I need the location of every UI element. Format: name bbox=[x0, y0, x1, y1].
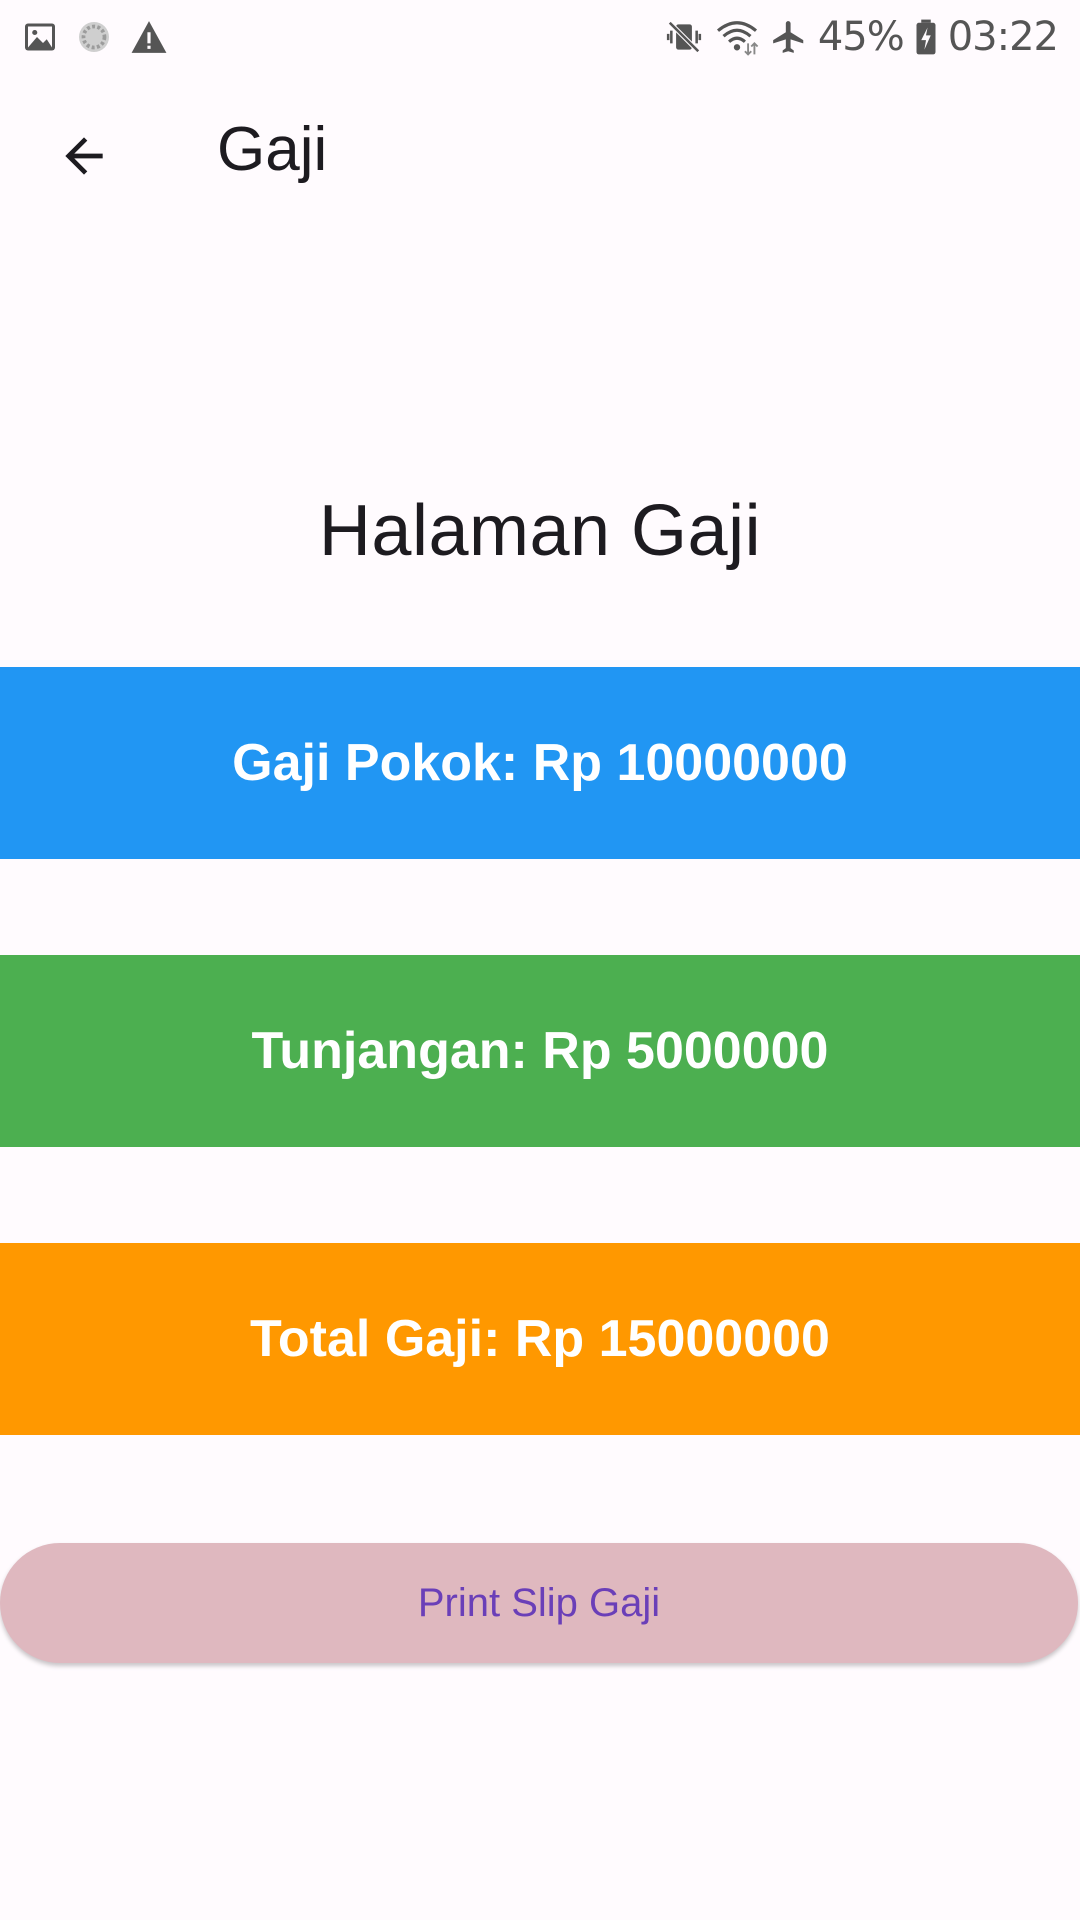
warning-icon bbox=[130, 19, 168, 55]
total-gaji-card: Total Gaji: Rp 15000000 bbox=[0, 1243, 1080, 1435]
gaji-pokok-card: Gaji Pokok: Rp 10000000 bbox=[0, 667, 1080, 859]
battery-charging-icon bbox=[914, 18, 938, 56]
status-bar: 45% 03:22 bbox=[0, 0, 1080, 74]
battery-percent: 45% bbox=[817, 14, 905, 60]
tunjangan-card: Tunjangan: Rp 5000000 bbox=[0, 955, 1080, 1147]
print-slip-gaji-label: Print Slip Gaji bbox=[417, 1580, 661, 1625]
airplane-icon bbox=[770, 18, 808, 56]
gaji-pokok-label: Gaji Pokok: Rp 10000000 bbox=[232, 734, 848, 792]
status-right-icons: 45% 03:22 bbox=[664, 14, 1059, 60]
status-time: 03:22 bbox=[947, 14, 1059, 60]
image-icon bbox=[22, 19, 58, 55]
arrow-back-icon bbox=[56, 128, 112, 189]
app-bar-title: Gaji bbox=[217, 115, 328, 184]
wifi-icon bbox=[714, 18, 760, 56]
status-left-icons bbox=[22, 19, 168, 55]
total-gaji-label: Total Gaji: Rp 15000000 bbox=[250, 1310, 830, 1368]
sync-circle-icon bbox=[76, 19, 112, 55]
app-bar: Gaji bbox=[0, 74, 1080, 234]
tunjangan-label: Tunjangan: Rp 5000000 bbox=[251, 1022, 829, 1080]
print-slip-gaji-button[interactable]: Print Slip Gaji bbox=[0, 1543, 1078, 1663]
mute-vibrate-icon bbox=[664, 18, 704, 56]
back-button[interactable] bbox=[44, 118, 124, 198]
page-heading: Halaman Gaji bbox=[318, 491, 762, 571]
